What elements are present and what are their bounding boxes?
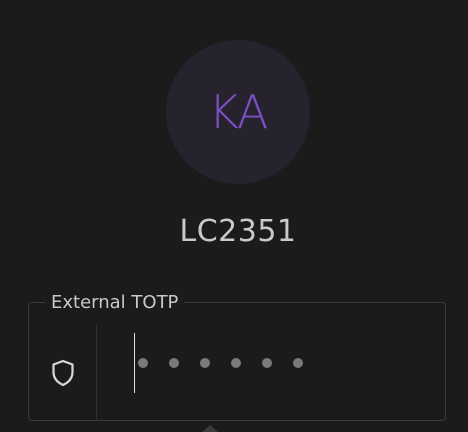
avatar-initials: KA — [208, 85, 269, 139]
totp-field-label: External TOTP — [45, 292, 185, 314]
username: LC2351 — [179, 214, 297, 249]
totp-code-input[interactable] — [97, 325, 445, 421]
code-digit-placeholder — [138, 358, 148, 368]
text-caret — [134, 333, 135, 393]
code-digit-placeholder — [262, 358, 272, 368]
code-digit-placeholder — [231, 358, 241, 368]
code-digit-placeholder — [169, 358, 179, 368]
code-digit-placeholder — [200, 358, 210, 368]
totp-icon-cell — [29, 325, 97, 421]
code-digit-placeholder — [293, 358, 303, 368]
code-placeholder-dots — [138, 358, 303, 368]
avatar: KA — [166, 40, 310, 184]
totp-field-group: External TOTP — [28, 292, 446, 421]
tooltip-pointer — [202, 425, 218, 432]
shield-icon — [51, 359, 74, 387]
